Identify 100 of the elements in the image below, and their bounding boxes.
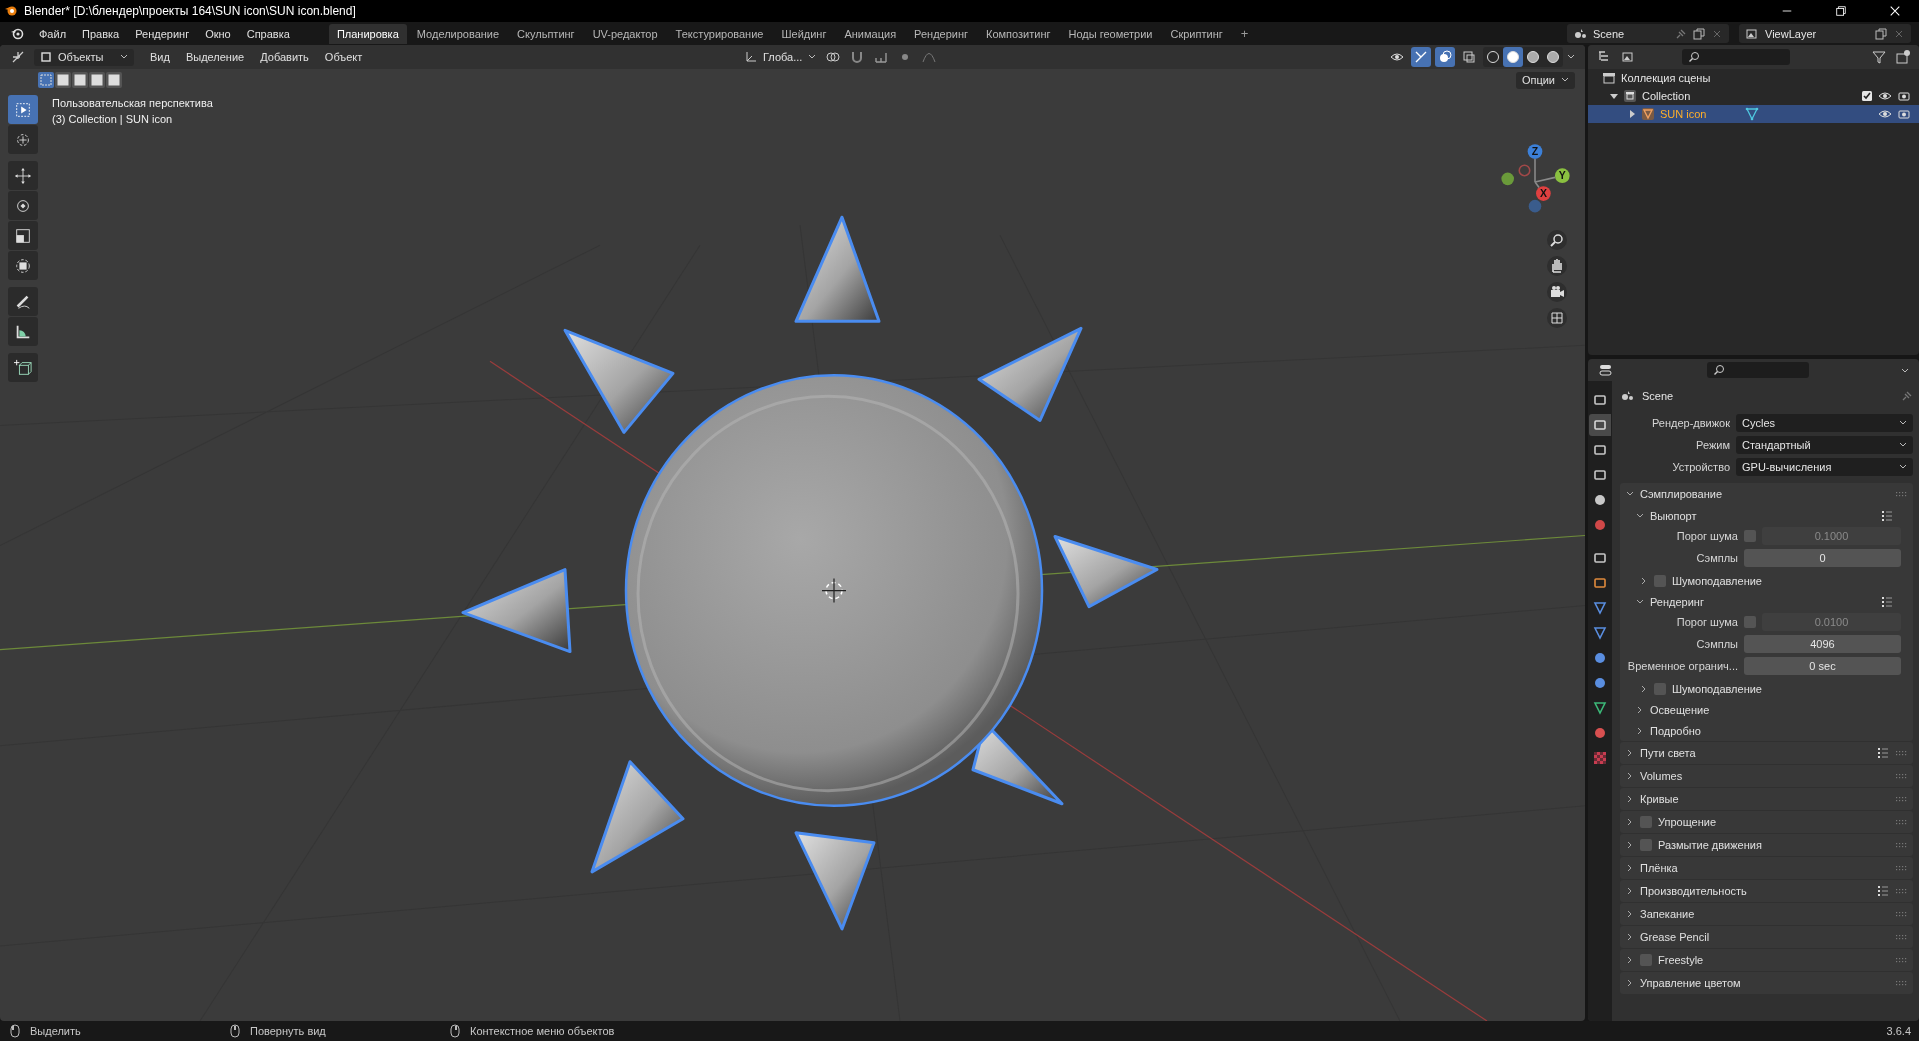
select-box-tool[interactable]	[8, 95, 38, 124]
annotate-tool[interactable]	[8, 287, 38, 316]
search-field[interactable]	[1682, 49, 1790, 65]
panel-header[interactable]: Сэмплирование	[1620, 483, 1913, 505]
outliner-item[interactable]: Коллекция сцены	[1621, 72, 1711, 84]
axis-button[interactable]: Y	[1554, 168, 1570, 184]
menu-item[interactable]: Окно	[198, 24, 238, 43]
checkbox[interactable]	[1640, 839, 1652, 851]
copy-icon[interactable]	[1693, 27, 1705, 40]
outliner-row[interactable]: SUN icon	[1588, 105, 1919, 123]
copy-icon[interactable]	[1875, 27, 1887, 40]
checkbox[interactable]	[1640, 816, 1652, 828]
select-mode-icon[interactable]	[55, 72, 71, 88]
move-tool[interactable]	[8, 161, 38, 190]
mode-dropdown[interactable]: Объекты	[34, 48, 134, 66]
eye-icon[interactable]	[1878, 107, 1892, 121]
axis-button[interactable]: X	[1536, 186, 1551, 201]
menu-item[interactable]: Выделение	[179, 49, 251, 65]
eye-icon[interactable]	[1878, 89, 1892, 103]
subpanel-header[interactable]: Шумоподавление	[1620, 570, 1913, 591]
gizmo-toggle-icon[interactable]	[1411, 47, 1431, 67]
workspace-tab[interactable]: Шейдинг	[773, 23, 835, 44]
pin-icon[interactable]	[1675, 27, 1687, 40]
workspace-tab[interactable]: UV-редактор	[584, 23, 666, 44]
shading-mode-icon[interactable]	[1503, 47, 1523, 67]
hand-icon[interactable]	[1547, 256, 1567, 276]
subpanel-header[interactable]: Освещение	[1620, 699, 1913, 720]
presets-list-icon[interactable]	[1881, 509, 1893, 522]
zoom-icon[interactable]	[1547, 230, 1567, 250]
dropdown-field[interactable]: Стандартный	[1736, 436, 1913, 454]
rotate-tool[interactable]	[8, 191, 38, 220]
panel-header[interactable]: Кривые	[1620, 788, 1913, 810]
panel-header[interactable]: Запекание	[1620, 903, 1913, 925]
select-mode-icon[interactable]	[106, 72, 122, 88]
blender-logo-icon[interactable]	[10, 26, 24, 41]
scene-selector[interactable]: Scene	[1567, 24, 1729, 43]
new-collection-icon[interactable]	[1893, 47, 1913, 67]
number-field[interactable]: 0 sec	[1744, 657, 1901, 675]
checkbox-icon[interactable]	[1861, 90, 1873, 102]
disclosure-triangle-icon[interactable]	[1610, 92, 1618, 100]
search-field[interactable]	[1706, 362, 1809, 378]
workspace-tab[interactable]: Текстурирование	[667, 23, 772, 44]
checkbox[interactable]	[1654, 574, 1666, 587]
editor-type-icon[interactable]	[10, 49, 26, 65]
axis-handle[interactable]	[1518, 164, 1531, 177]
add-cube-tool[interactable]	[8, 353, 38, 382]
panel-header[interactable]: Volumes	[1620, 765, 1913, 787]
subpanel-header[interactable]: Выюпорт	[1620, 505, 1913, 526]
workspace-tab[interactable]: Скриптинг	[1162, 23, 1231, 44]
presets-list-icon[interactable]	[1881, 595, 1893, 608]
checkbox[interactable]	[1744, 530, 1756, 542]
pin-icon[interactable]	[1901, 390, 1913, 402]
panel-header[interactable]: Пути света	[1620, 742, 1913, 764]
menu-item[interactable]: Объект	[318, 49, 369, 65]
number-field[interactable]: 4096	[1744, 635, 1901, 653]
measure-tool[interactable]	[8, 317, 38, 346]
transform-tool[interactable]	[8, 251, 38, 280]
axis-handle[interactable]	[1528, 199, 1542, 213]
panel-header[interactable]: Управление цветом	[1620, 972, 1913, 994]
orientation-dropdown[interactable]: Глоба...	[739, 48, 813, 66]
options-dropdown[interactable]: Опции	[1515, 71, 1575, 89]
mesh-data-icon[interactable]	[1745, 107, 1760, 121]
workspace-tab[interactable]: Скульптинг	[509, 23, 583, 44]
subpanel-header[interactable]: Шумоподавление	[1620, 678, 1913, 699]
panel-header[interactable]: Плёнка	[1620, 857, 1913, 879]
restore-icon[interactable]	[1835, 5, 1847, 17]
menu-item[interactable]: Вид	[144, 49, 176, 65]
menu-item[interactable]: Рендеринг	[128, 24, 197, 43]
grid-icon[interactable]	[1547, 308, 1567, 328]
dropdown-field[interactable]: Cycles	[1736, 414, 1913, 432]
panel-header[interactable]: Производительность	[1620, 880, 1913, 902]
presets-list-icon[interactable]	[1877, 885, 1889, 897]
camera-icon[interactable]	[1897, 89, 1911, 103]
panel-header[interactable]: Freestyle	[1620, 949, 1913, 971]
cursor-tool[interactable]	[8, 125, 38, 154]
select-mode-icon[interactable]	[72, 72, 88, 88]
close-icon[interactable]	[1889, 5, 1901, 17]
caret-icon[interactable]	[1567, 53, 1575, 61]
menu-item[interactable]: Справка	[239, 24, 297, 43]
menu-item[interactable]: Правка	[75, 24, 127, 43]
workspace-tab[interactable]: Композитинг	[978, 23, 1059, 44]
workspace-tab[interactable]: Моделирование	[408, 23, 508, 44]
subpanel-header[interactable]: Рендеринг	[1620, 591, 1913, 612]
overlay-toggle-icon[interactable]	[1435, 47, 1455, 67]
properties-tab[interactable]	[1589, 414, 1611, 436]
axis-handle[interactable]	[1501, 172, 1514, 186]
dropdown-field[interactable]: GPU-вычисления	[1736, 458, 1913, 476]
disclosure-triangle-icon[interactable]	[1628, 110, 1636, 118]
subpanel-header[interactable]: Подробно	[1620, 720, 1913, 741]
workspace-tab[interactable]: Ноды геометрии	[1060, 23, 1161, 44]
checkbox[interactable]	[1654, 682, 1666, 695]
outliner-row[interactable]: Collection	[1588, 87, 1919, 105]
presets-list-icon[interactable]	[1877, 747, 1889, 759]
number-field[interactable]: 0	[1744, 549, 1901, 567]
workspace-tab[interactable]: Анимация	[836, 23, 905, 44]
scale-tool[interactable]	[8, 221, 38, 250]
checkbox[interactable]	[1744, 616, 1756, 628]
workspace-tab[interactable]: Планировка	[328, 23, 407, 44]
panel-header[interactable]: Размытие движения	[1620, 834, 1913, 856]
checkbox[interactable]	[1640, 954, 1652, 966]
